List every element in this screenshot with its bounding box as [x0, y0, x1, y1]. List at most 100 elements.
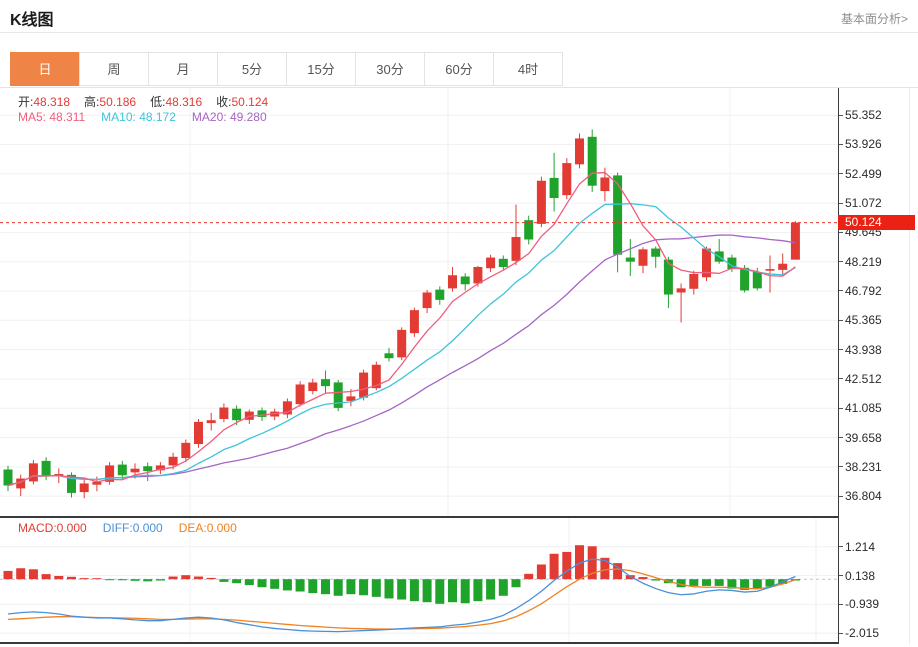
candle-body: [778, 263, 788, 270]
candle-body: [41, 460, 51, 477]
candle-body: [524, 220, 534, 240]
axis-tick-label: 36.804: [845, 489, 882, 504]
candle-body: [600, 177, 610, 192]
candle-body: [536, 180, 546, 224]
axis-tick-label: 41.085: [845, 401, 882, 416]
macd-bar: [232, 579, 242, 584]
candle-body: [194, 421, 203, 445]
candle-body: [460, 276, 470, 285]
macd-bar: [435, 579, 445, 604]
macd-bar: [333, 579, 343, 596]
macd-bar: [448, 579, 457, 603]
axis-tick-label: 45.365: [845, 313, 882, 328]
candle-body: [587, 136, 597, 186]
candle-body: [625, 257, 635, 262]
tab-day[interactable]: 日: [10, 52, 80, 86]
candle-body: [232, 408, 242, 421]
macd-bar: [79, 578, 89, 580]
high-value: 50.186: [99, 95, 137, 109]
candle-body: [168, 456, 178, 466]
candle-body: [117, 464, 127, 476]
tab-4hour[interactable]: 4时: [493, 52, 563, 86]
open-value: 48.318: [33, 95, 71, 109]
ma20-value: MA20: 49.280: [191, 110, 267, 124]
candle-body: [562, 163, 572, 196]
candle-body: [422, 292, 432, 309]
candle-body: [359, 372, 369, 398]
candle-body: [752, 271, 762, 289]
candle-body: [409, 310, 419, 334]
axis-tick-label: 46.792: [845, 283, 882, 298]
axis-tick-label: 51.072: [845, 196, 882, 211]
axis-tick-label: -2.015: [845, 626, 880, 641]
macd-bar: [321, 579, 330, 595]
macd-bar: [3, 570, 13, 580]
candle-body: [613, 175, 623, 255]
macd-bar: [54, 575, 64, 580]
macd-chart[interactable]: [0, 518, 918, 642]
candle-body: [206, 420, 216, 424]
ma-row: MA5: 48.311 MA10: 48.172 MA20: 49.280: [18, 110, 267, 124]
macd-bar: [67, 576, 76, 580]
candle-body: [384, 353, 394, 359]
macd-bar: [206, 577, 216, 580]
candle-body: [473, 267, 483, 284]
macd-bar: [16, 568, 26, 580]
candle-body: [651, 248, 661, 257]
tab-30min[interactable]: 30分: [355, 52, 425, 86]
right-axis-line: [838, 88, 839, 644]
page-title: K线图: [10, 12, 54, 29]
macd-bar: [105, 579, 115, 581]
macd-bar: [549, 553, 559, 580]
macd-bar: [117, 579, 127, 581]
axis-tick-label: 55.352: [845, 108, 882, 123]
close-label: 收:: [216, 95, 232, 109]
candle-body: [575, 138, 584, 165]
high-label: 高:: [84, 95, 100, 109]
macd-bar: [714, 579, 724, 586]
macd-bar: [295, 579, 305, 592]
candle-body: [181, 442, 191, 459]
axis-tick-label: 39.658: [845, 430, 882, 445]
tab-15min[interactable]: 15分: [286, 52, 356, 86]
axis-tick-label: 48.219: [845, 254, 882, 269]
macd-bar: [28, 569, 38, 580]
macd-bar: [41, 574, 51, 580]
macd-bar: [219, 579, 229, 582]
candle-body: [638, 249, 648, 266]
macd-bar: [92, 578, 102, 580]
macd-bar: [155, 579, 165, 581]
macd-bar: [359, 579, 369, 596]
candle-body: [676, 288, 686, 293]
axis-tick-label: -0.939: [845, 597, 880, 612]
tab-month[interactable]: 月: [148, 52, 218, 86]
open-label: 开:: [18, 95, 34, 109]
tab-5min[interactable]: 5分: [217, 52, 287, 86]
current-price-tag: 50.124: [838, 215, 915, 230]
macd-bar: [460, 579, 470, 604]
ma10-value: MA10: 48.172: [101, 110, 176, 124]
tab-week[interactable]: 周: [79, 52, 149, 86]
candle-body: [295, 384, 305, 405]
fundamental-analysis-link[interactable]: 基本面分析>: [841, 10, 908, 27]
axis-tick-label: 43.938: [845, 342, 882, 357]
candle-body: [28, 463, 38, 482]
candle-body: [3, 469, 13, 486]
macd-value: MACD:0.000: [18, 521, 87, 535]
macd-bar: [702, 579, 711, 586]
candlestick-chart[interactable]: [0, 88, 918, 516]
candle-body: [219, 407, 229, 419]
ma5-value: MA5: 48.311: [18, 110, 86, 124]
candle-body: [549, 177, 559, 199]
candle-body: [435, 289, 445, 300]
macd-bar: [346, 579, 356, 595]
axis-tick-label: 42.512: [845, 371, 882, 386]
panel-divider: [0, 516, 839, 518]
macd-bar: [257, 579, 267, 588]
macd-bar: [638, 577, 648, 580]
macd-bar: [689, 579, 699, 586]
macd-bar: [486, 579, 496, 600]
tab-60min[interactable]: 60分: [424, 52, 494, 86]
ohlc-row: 开:48.318 高:50.186 低:48.316 收:50.124: [18, 93, 282, 110]
candle-body: [448, 275, 457, 289]
